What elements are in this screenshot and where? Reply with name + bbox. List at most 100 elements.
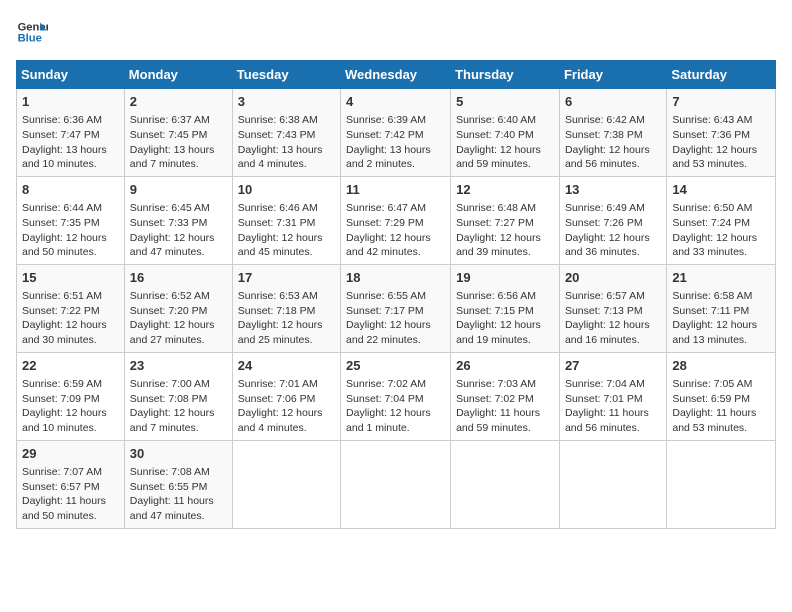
day-info: Sunset: 7:20 PM bbox=[130, 304, 227, 319]
day-info: Sunrise: 6:58 AM bbox=[672, 289, 770, 304]
day-info: Sunrise: 7:04 AM bbox=[565, 377, 661, 392]
calendar-cell: 16Sunrise: 6:52 AMSunset: 7:20 PMDayligh… bbox=[124, 264, 232, 352]
day-info: Sunset: 7:35 PM bbox=[22, 216, 119, 231]
day-info: and 4 minutes. bbox=[238, 157, 335, 172]
calendar-cell: 18Sunrise: 6:55 AMSunset: 7:17 PMDayligh… bbox=[341, 264, 451, 352]
calendar-cell: 24Sunrise: 7:01 AMSunset: 7:06 PMDayligh… bbox=[232, 352, 340, 440]
day-info: Sunset: 7:17 PM bbox=[346, 304, 445, 319]
day-info: Sunset: 7:09 PM bbox=[22, 392, 119, 407]
calendar-cell: 4Sunrise: 6:39 AMSunset: 7:42 PMDaylight… bbox=[341, 89, 451, 177]
day-info: Sunset: 7:15 PM bbox=[456, 304, 554, 319]
day-info: Sunset: 7:22 PM bbox=[22, 304, 119, 319]
day-info: Sunset: 7:06 PM bbox=[238, 392, 335, 407]
day-info: Daylight: 12 hours bbox=[346, 406, 445, 421]
day-number: 12 bbox=[456, 181, 554, 199]
day-info: and 36 minutes. bbox=[565, 245, 661, 260]
day-info: Sunrise: 7:03 AM bbox=[456, 377, 554, 392]
calendar-cell bbox=[559, 440, 666, 528]
day-info: Daylight: 12 hours bbox=[565, 143, 661, 158]
day-info: and 10 minutes. bbox=[22, 421, 119, 436]
day-number: 25 bbox=[346, 357, 445, 375]
calendar-cell bbox=[341, 440, 451, 528]
svg-text:Blue: Blue bbox=[18, 33, 42, 45]
day-info: Daylight: 12 hours bbox=[672, 231, 770, 246]
day-number: 24 bbox=[238, 357, 335, 375]
day-info: Sunrise: 7:01 AM bbox=[238, 377, 335, 392]
day-info: Sunset: 7:29 PM bbox=[346, 216, 445, 231]
day-info: and 50 minutes. bbox=[22, 509, 119, 524]
day-info: Sunset: 7:01 PM bbox=[565, 392, 661, 407]
day-info: Daylight: 12 hours bbox=[456, 143, 554, 158]
day-info: Sunrise: 6:44 AM bbox=[22, 201, 119, 216]
day-info: Sunset: 7:26 PM bbox=[565, 216, 661, 231]
calendar-cell: 9Sunrise: 6:45 AMSunset: 7:33 PMDaylight… bbox=[124, 176, 232, 264]
calendar-cell: 27Sunrise: 7:04 AMSunset: 7:01 PMDayligh… bbox=[559, 352, 666, 440]
day-info: Sunrise: 6:57 AM bbox=[565, 289, 661, 304]
calendar-table: SundayMondayTuesdayWednesdayThursdayFrid… bbox=[16, 60, 776, 529]
day-info: Daylight: 13 hours bbox=[130, 143, 227, 158]
day-number: 26 bbox=[456, 357, 554, 375]
day-info: Daylight: 12 hours bbox=[456, 318, 554, 333]
day-number: 6 bbox=[565, 93, 661, 111]
day-number: 14 bbox=[672, 181, 770, 199]
day-info: Daylight: 11 hours bbox=[22, 494, 119, 509]
day-info: Sunset: 7:04 PM bbox=[346, 392, 445, 407]
day-info: Sunrise: 6:46 AM bbox=[238, 201, 335, 216]
day-info: Daylight: 12 hours bbox=[346, 318, 445, 333]
day-info: Sunrise: 6:51 AM bbox=[22, 289, 119, 304]
day-info: Daylight: 12 hours bbox=[565, 231, 661, 246]
day-number: 10 bbox=[238, 181, 335, 199]
day-info: and 27 minutes. bbox=[130, 333, 227, 348]
day-number: 21 bbox=[672, 269, 770, 287]
day-info: and 19 minutes. bbox=[456, 333, 554, 348]
day-info: Sunset: 7:40 PM bbox=[456, 128, 554, 143]
calendar-cell: 20Sunrise: 6:57 AMSunset: 7:13 PMDayligh… bbox=[559, 264, 666, 352]
calendar-cell: 22Sunrise: 6:59 AMSunset: 7:09 PMDayligh… bbox=[17, 352, 125, 440]
day-info: and 7 minutes. bbox=[130, 421, 227, 436]
day-info: Sunset: 6:55 PM bbox=[130, 480, 227, 495]
calendar-cell: 8 Sunrise: 6:44 AMSunset: 7:35 PMDaylight… bbox=[17, 176, 125, 264]
day-info: Sunset: 7:31 PM bbox=[238, 216, 335, 231]
day-info: and 39 minutes. bbox=[456, 245, 554, 260]
day-number: 7 bbox=[672, 93, 770, 111]
weekday-header-row: SundayMondayTuesdayWednesdayThursdayFrid… bbox=[17, 61, 776, 89]
calendar-cell: 6Sunrise: 6:42 AMSunset: 7:38 PMDaylight… bbox=[559, 89, 666, 177]
day-info: and 13 minutes. bbox=[672, 333, 770, 348]
day-info: and 50 minutes. bbox=[22, 245, 119, 260]
day-info: Daylight: 13 hours bbox=[346, 143, 445, 158]
day-info: and 42 minutes. bbox=[346, 245, 445, 260]
calendar-cell: 29Sunrise: 7:07 AMSunset: 6:57 PMDayligh… bbox=[17, 440, 125, 528]
calendar-cell: 14Sunrise: 6:50 AMSunset: 7:24 PMDayligh… bbox=[667, 176, 776, 264]
day-info: Daylight: 12 hours bbox=[22, 231, 119, 246]
calendar-cell: 13Sunrise: 6:49 AMSunset: 7:26 PMDayligh… bbox=[559, 176, 666, 264]
day-info: Sunrise: 6:55 AM bbox=[346, 289, 445, 304]
logo-icon: General Blue bbox=[16, 16, 48, 48]
calendar-cell: 17Sunrise: 6:53 AMSunset: 7:18 PMDayligh… bbox=[232, 264, 340, 352]
day-info: Sunset: 7:27 PM bbox=[456, 216, 554, 231]
calendar-cell: 26Sunrise: 7:03 AMSunset: 7:02 PMDayligh… bbox=[451, 352, 560, 440]
day-info: Sunrise: 6:43 AM bbox=[672, 113, 770, 128]
day-info: and 56 minutes. bbox=[565, 421, 661, 436]
calendar-body: 1Sunrise: 6:36 AMSunset: 7:47 PMDaylight… bbox=[17, 89, 776, 529]
day-number: 8 bbox=[22, 181, 119, 199]
weekday-saturday: Saturday bbox=[667, 61, 776, 89]
day-number: 27 bbox=[565, 357, 661, 375]
day-info: Sunset: 7:36 PM bbox=[672, 128, 770, 143]
day-info: Sunset: 7:11 PM bbox=[672, 304, 770, 319]
calendar-cell: 11Sunrise: 6:47 AMSunset: 7:29 PMDayligh… bbox=[341, 176, 451, 264]
day-info: Daylight: 12 hours bbox=[238, 318, 335, 333]
day-info: Sunrise: 6:37 AM bbox=[130, 113, 227, 128]
day-number: 3 bbox=[238, 93, 335, 111]
calendar-cell bbox=[667, 440, 776, 528]
day-number: 19 bbox=[456, 269, 554, 287]
day-info: Sunrise: 6:50 AM bbox=[672, 201, 770, 216]
day-info: and 25 minutes. bbox=[238, 333, 335, 348]
day-number: 13 bbox=[565, 181, 661, 199]
day-info: Daylight: 12 hours bbox=[22, 406, 119, 421]
day-info: and 47 minutes. bbox=[130, 509, 227, 524]
day-info: Sunrise: 6:42 AM bbox=[565, 113, 661, 128]
day-number: 1 bbox=[22, 93, 119, 111]
calendar-cell: 12Sunrise: 6:48 AMSunset: 7:27 PMDayligh… bbox=[451, 176, 560, 264]
day-number: 17 bbox=[238, 269, 335, 287]
day-info: Sunrise: 6:52 AM bbox=[130, 289, 227, 304]
